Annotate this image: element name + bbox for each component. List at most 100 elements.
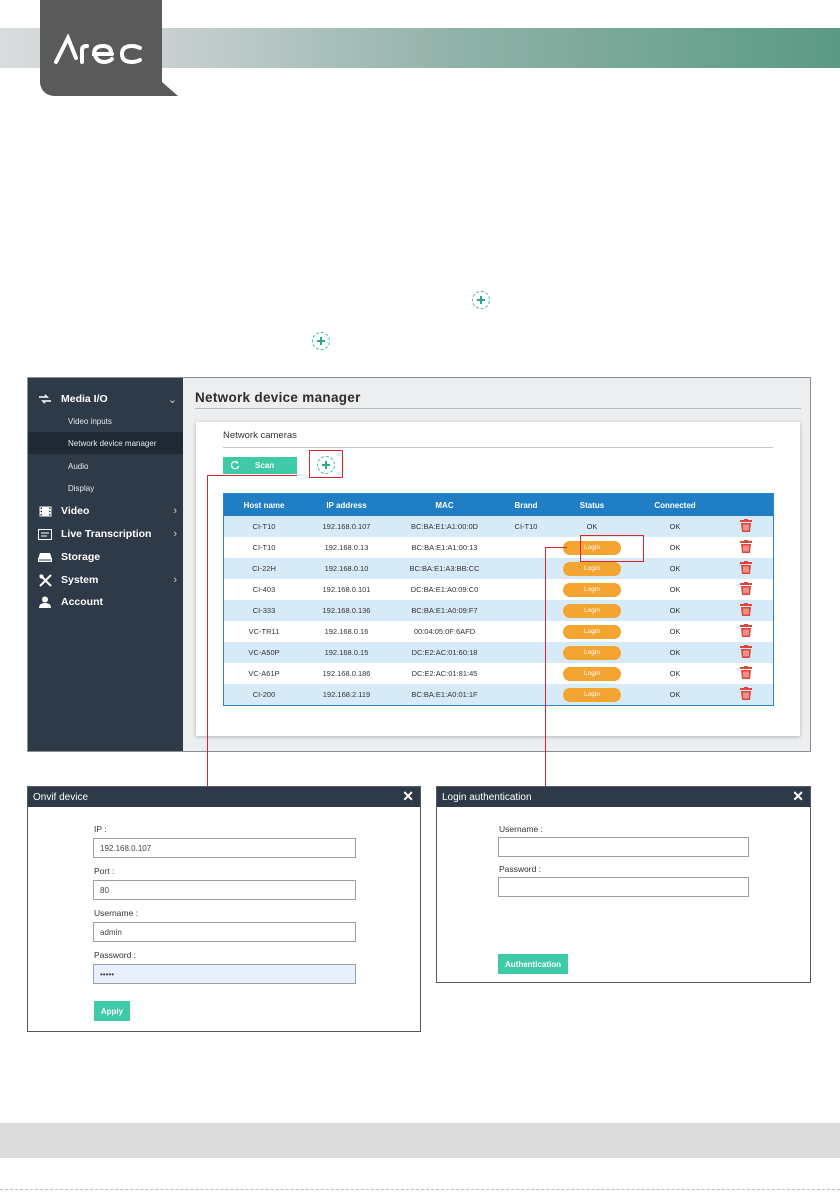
authentication-button[interactable]: Authentication xyxy=(498,954,568,974)
chevron-right-icon: › xyxy=(173,528,177,540)
login-button[interactable]: Login xyxy=(563,582,621,597)
connector-line xyxy=(207,475,297,476)
refresh-icon xyxy=(230,460,240,472)
page-title: Network device manager xyxy=(195,390,361,405)
highlight-box-add xyxy=(309,450,343,478)
highlight-box-login xyxy=(580,535,644,562)
trash-icon[interactable] xyxy=(739,666,752,681)
password-label: Password : xyxy=(94,950,137,960)
ip-cell: 192.168.2.119 xyxy=(322,690,371,699)
sidebar-subitem-video-inputs[interactable]: Video inputs xyxy=(28,410,183,432)
trash-icon[interactable] xyxy=(739,603,752,618)
sidebar-item-video[interactable]: Video › xyxy=(28,500,183,522)
username-label: Username : xyxy=(94,908,138,918)
mac-cell: BC:BA:E1:A0:01:1F xyxy=(411,690,478,699)
sidebar-subitem-audio[interactable]: Audio xyxy=(28,455,183,477)
chevron-right-icon: › xyxy=(173,574,177,586)
table-row: CI-T10 192.168.0.107 BC:BA:E1:A1:00:0D CI-T… xyxy=(224,516,773,537)
connected-cell: OK xyxy=(669,543,681,552)
ip-label: IP : xyxy=(94,824,107,834)
delete-cell xyxy=(718,642,773,663)
status-cell: Login xyxy=(552,621,632,642)
sidebar-item-label: Live Transcription xyxy=(61,528,152,540)
host-cell: VC-A61P xyxy=(248,669,280,678)
sidebar-item-label: System xyxy=(61,574,99,586)
main-content: Network device manager Network cameras S… xyxy=(183,378,810,751)
password-field[interactable] xyxy=(498,877,749,897)
sidebar-item-storage[interactable]: Storage xyxy=(28,546,183,568)
connected-cell: OK xyxy=(669,522,681,531)
login-button[interactable]: Login xyxy=(563,666,621,681)
sidebar-item-account[interactable]: Account xyxy=(28,591,183,613)
trash-icon[interactable] xyxy=(739,687,752,702)
connected-cell: OK xyxy=(669,690,681,699)
brand-logo xyxy=(40,0,178,96)
trash-icon[interactable] xyxy=(739,561,752,576)
trash-icon[interactable] xyxy=(739,645,752,660)
table-row: CI-333 192.168.0.136 BC:BA:E1:A0:09:F7 Logi… xyxy=(224,600,773,621)
sidebar-item-label: Account xyxy=(61,596,103,608)
login-button[interactable]: Login xyxy=(563,603,621,618)
ip-field[interactable]: 192.168.0.107 xyxy=(93,838,356,858)
mac-cell: DC:E2:AC:01:60:18 xyxy=(411,648,478,657)
close-icon[interactable]: ✕ xyxy=(792,788,804,805)
close-icon[interactable]: ✕ xyxy=(402,788,414,805)
mac-cell: BC:BA:E1:A1:00:13 xyxy=(411,543,478,552)
login-button[interactable]: Login xyxy=(563,645,621,660)
table-row: VC-A50P 192.168.0.15 DC:E2:AC:01:60:18 Logi… xyxy=(224,642,773,663)
delete-cell xyxy=(718,516,773,537)
network-cameras-card: Network cameras Scan Host name IP addres… xyxy=(196,422,800,736)
sidebar-item-live-transcription[interactable]: Live Transcription › xyxy=(28,523,183,545)
delete-cell xyxy=(718,621,773,642)
trash-icon[interactable] xyxy=(739,624,752,639)
ip-cell: 192.168.0.16 xyxy=(324,627,369,636)
sidebar-subitem-display[interactable]: Display xyxy=(28,477,183,499)
delete-cell xyxy=(718,537,773,558)
ip-cell: 192.168.0.136 xyxy=(322,606,371,615)
connector-line xyxy=(545,547,546,786)
login-authentication-dialog: Login authentication ✕ Username : Passwo… xyxy=(436,786,811,983)
delete-cell xyxy=(718,558,773,579)
login-button[interactable]: Login xyxy=(563,687,621,702)
ip-cell: 192.168.0.101 xyxy=(322,585,371,594)
apply-button[interactable]: Apply xyxy=(94,1001,130,1021)
login-button[interactable]: Login xyxy=(563,561,621,576)
password-field[interactable]: ••••• xyxy=(93,964,356,984)
scan-button[interactable]: Scan xyxy=(223,457,297,474)
section-title: Network cameras xyxy=(223,430,297,441)
storage-icon xyxy=(38,551,52,563)
table-row: CI-T10 192.168.0.13 BC:BA:E1:A1:00:13 Login… xyxy=(224,537,773,558)
delete-cell xyxy=(718,684,773,705)
username-field[interactable]: admin xyxy=(93,922,356,942)
chevron-right-icon: › xyxy=(173,505,177,517)
connector-line xyxy=(207,475,208,786)
status-cell: OK xyxy=(552,516,632,537)
brand-cell: CI-T10 xyxy=(514,522,538,531)
host-cell: CI-T10 xyxy=(252,543,276,552)
trash-icon[interactable] xyxy=(739,519,752,534)
host-cell: CI-403 xyxy=(252,585,276,594)
column-header xyxy=(718,494,773,516)
connected-cell: OK xyxy=(669,606,681,615)
sidebar-subitem-label: Display xyxy=(68,483,95,493)
port-field[interactable]: 80 xyxy=(93,880,356,900)
trash-icon[interactable] xyxy=(739,582,752,597)
sidebar-item-system[interactable]: System › xyxy=(28,569,183,591)
chevron-down-icon: ⌄ xyxy=(167,393,177,406)
mac-cell: BC:BA:E1:A0:09:F7 xyxy=(411,606,478,615)
status-cell: Login xyxy=(552,642,632,663)
login-button[interactable]: Login xyxy=(563,624,621,639)
password-label: Password : xyxy=(499,864,542,874)
ip-cell: 192.168.0.186 xyxy=(322,669,371,678)
host-cell: CI-333 xyxy=(252,606,276,615)
table-row: VC-A61P 192.168.0.186 DC:E2:AC:01:81:45 Log… xyxy=(224,663,773,684)
sidebar-subitem-network-device-manager[interactable]: Network device manager xyxy=(28,432,183,454)
connected-cell: OK xyxy=(669,564,681,573)
username-field[interactable] xyxy=(498,837,749,857)
divider xyxy=(223,447,773,448)
trash-icon[interactable] xyxy=(739,540,752,555)
sidebar-item-media-io[interactable]: Media I/O ⌄ xyxy=(28,388,183,410)
footer-divider xyxy=(0,1189,840,1190)
table-row: CI-22H 192.168.0.10 BC:BA:E1:A3:BB:CC Login… xyxy=(224,558,773,579)
username-label: Username : xyxy=(499,824,543,834)
